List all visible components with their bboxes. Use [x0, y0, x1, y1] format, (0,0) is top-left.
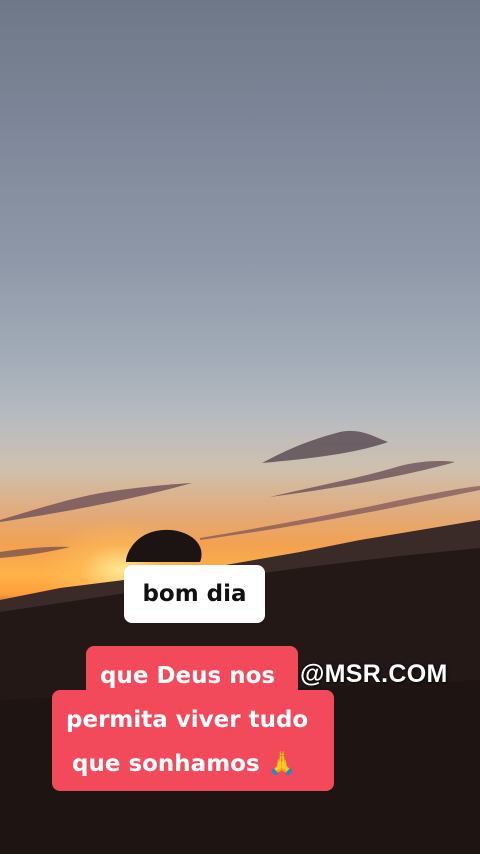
tree	[126, 529, 202, 562]
message-line-2: permita viver tudo	[66, 707, 309, 733]
message-line-3: que sonhamos 🙏	[72, 751, 297, 777]
cloud	[0, 546, 70, 558]
greeting-caption: bom dia	[124, 565, 265, 623]
message-line-1: que Deus nos	[100, 663, 276, 689]
cloud	[270, 461, 455, 497]
cloud	[0, 483, 192, 522]
cloud	[262, 430, 388, 463]
watermark: @MSR.COM	[300, 660, 448, 688]
